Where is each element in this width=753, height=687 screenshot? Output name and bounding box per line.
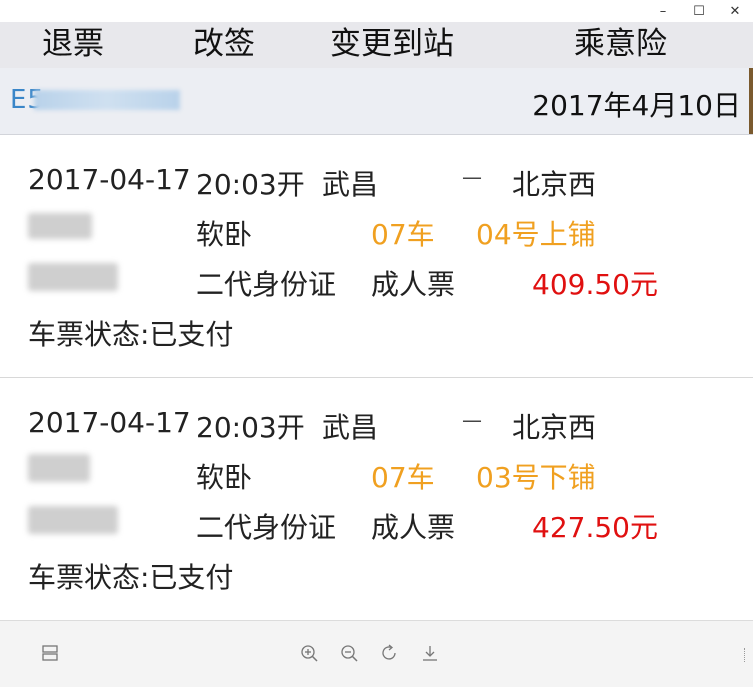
order-info-bar: E5 2017年4月10日: [0, 68, 753, 135]
id-type: 二代身份证: [196, 268, 337, 301]
id-type: 二代身份证: [196, 511, 337, 544]
insurance-button[interactable]: 乘意险: [574, 22, 667, 68]
close-button[interactable]: ✕: [717, 0, 753, 22]
from-station: 武昌: [322, 168, 379, 201]
viewer-toolbar: [0, 620, 753, 687]
layout-icon[interactable]: [40, 643, 60, 663]
ticket-card: 2017-04-17 20:03开 武昌 — 北京西 软卧 07车 04号上铺 …: [0, 135, 753, 378]
car-number: 07车: [371, 461, 435, 494]
order-number-redaction: [34, 90, 180, 110]
passenger-name-redaction: [28, 506, 118, 534]
ticket-price: 427.50元: [532, 511, 658, 544]
to-station: 北京西: [512, 168, 597, 201]
ticket-status: 车票状态:已支付: [28, 318, 234, 351]
ticket-date: 2017-04-17: [28, 406, 191, 439]
car-number: 07车: [371, 218, 435, 251]
maximize-button[interactable]: ☐: [681, 0, 717, 22]
seat-class: 软卧: [196, 218, 253, 251]
passenger-name-redaction: [28, 263, 118, 291]
passenger-field-redaction: [28, 213, 92, 239]
window-titlebar: – ☐ ✕: [0, 0, 753, 22]
ticket-status: 车票状态:已支付: [28, 561, 234, 594]
order-date: 2017年4月10日: [532, 89, 741, 122]
resize-grip[interactable]: [744, 648, 751, 662]
departure-time: 20:03开: [196, 168, 305, 201]
route-arrow-icon: —: [462, 408, 482, 432]
from-station: 武昌: [322, 411, 379, 444]
berth-number: 04号上铺: [476, 218, 596, 251]
to-station: 北京西: [512, 411, 597, 444]
reschedule-button[interactable]: 改签: [193, 22, 255, 68]
ticket-price: 409.50元: [532, 268, 658, 301]
departure-time: 20:03开: [196, 411, 305, 444]
zoom-in-icon[interactable]: [299, 643, 319, 663]
ticket-card: 2017-04-17 20:03开 武昌 — 北京西 软卧 07车 03号下铺 …: [0, 378, 753, 621]
ticket-date: 2017-04-17: [28, 163, 191, 196]
action-menu-bar: 退票 改签 变更到站 乘意险: [0, 22, 753, 68]
ticket-type: 成人票: [371, 268, 456, 301]
window-edge: [749, 68, 753, 134]
minimize-button[interactable]: –: [645, 0, 681, 22]
berth-number: 03号下铺: [476, 461, 596, 494]
passenger-field-redaction: [28, 454, 90, 482]
route-arrow-icon: —: [462, 165, 482, 189]
seat-class: 软卧: [196, 461, 253, 494]
rotate-icon[interactable]: [380, 643, 400, 663]
ticket-type: 成人票: [371, 511, 456, 544]
refund-button[interactable]: 退票: [42, 22, 104, 68]
window-controls: – ☐ ✕: [645, 0, 753, 22]
zoom-out-icon[interactable]: [339, 643, 359, 663]
change-station-button[interactable]: 变更到站: [330, 22, 454, 68]
download-icon[interactable]: [420, 643, 440, 663]
